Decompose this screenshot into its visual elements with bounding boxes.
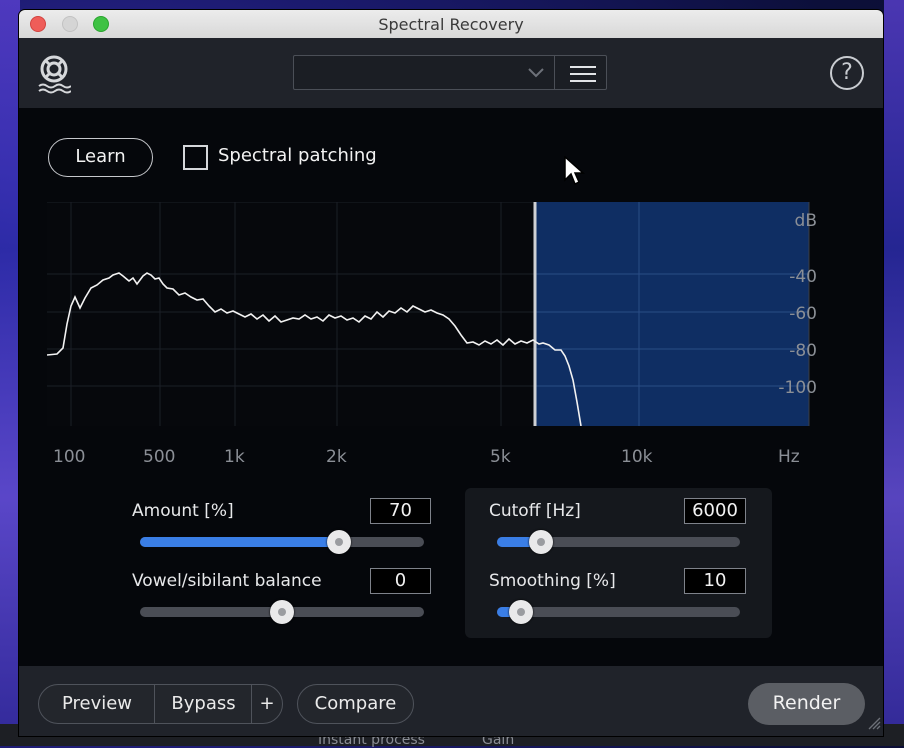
help-icon: ?	[841, 60, 853, 85]
background-stripe	[884, 0, 904, 746]
amount-value-field[interactable]: 70	[370, 498, 431, 524]
y-tick-label: -100	[778, 378, 817, 398]
amount-slider[interactable]	[140, 530, 424, 554]
smoothing-label: Smoothing [%]	[489, 571, 616, 591]
vowel-sibilant-balance-value-field[interactable]: 0	[370, 568, 431, 594]
spectral-recovery-logo-icon	[38, 55, 71, 94]
x-axis-unit-label: Hz	[778, 447, 800, 467]
module-footer: Preview Bypass + Compare Render	[19, 666, 883, 736]
spectral-patching-label: Spectral patching	[218, 145, 377, 166]
vowel-sibilant-balance-slider[interactable]	[140, 600, 424, 624]
help-button[interactable]: ?	[830, 56, 864, 90]
compare-button[interactable]: Compare	[297, 684, 414, 724]
y-tick-label: -60	[789, 304, 817, 324]
cutoff-region-highlight	[535, 202, 809, 426]
learn-button[interactable]: Learn	[48, 138, 153, 177]
smoothing-slider[interactable]	[497, 600, 740, 624]
hamburger-menu-icon[interactable]	[570, 66, 596, 82]
y-axis-unit-label: dB	[795, 211, 817, 231]
add-bypass-button[interactable]: +	[251, 684, 283, 724]
x-tick-label: 5k	[490, 447, 511, 467]
background-stripe	[0, 0, 20, 746]
smoothing-slider-thumb[interactable]	[509, 600, 533, 624]
x-tick-label: 500	[143, 447, 176, 467]
preset-separator	[554, 56, 555, 89]
y-tick-label: -80	[789, 341, 817, 361]
spectrum-display[interactable]: dB -40 -60 -80 -100	[47, 202, 817, 426]
amount-slider-fill	[140, 537, 339, 547]
cutoff-value-field[interactable]: 6000	[684, 498, 746, 524]
resize-grip-icon[interactable]	[867, 716, 881, 730]
render-button[interactable]: Render	[748, 683, 865, 725]
cutoff-slider[interactable]	[497, 530, 740, 554]
spectral-patching-checkbox[interactable]	[183, 145, 208, 170]
amount-label: Amount [%]	[132, 501, 234, 521]
x-tick-label: 10k	[621, 447, 653, 467]
spectrum-graph: dB -40 -60 -80 -100	[47, 202, 817, 426]
window-title: Spectral Recovery	[378, 15, 524, 34]
cutoff-slider-thumb[interactable]	[529, 530, 553, 554]
chevron-down-icon[interactable]	[528, 68, 544, 78]
mouse-cursor-icon	[564, 156, 585, 186]
x-tick-label: 1k	[224, 447, 245, 467]
y-tick-label: -40	[789, 267, 817, 287]
amount-slider-thumb[interactable]	[327, 530, 351, 554]
title-bar[interactable]: Spectral Recovery	[19, 10, 883, 39]
vowel-sibilant-balance-slider-thumb[interactable]	[270, 600, 294, 624]
smoothing-value-field[interactable]: 10	[684, 568, 746, 594]
preset-dropdown[interactable]	[293, 55, 607, 90]
cutoff-label: Cutoff [Hz]	[489, 501, 581, 521]
bypass-button[interactable]: Bypass	[154, 684, 253, 724]
preview-button[interactable]: Preview	[38, 684, 156, 724]
vowel-sibilant-balance-label: Vowel/sibilant balance	[132, 571, 322, 591]
x-tick-label: 100	[53, 447, 86, 467]
x-tick-label: 2k	[326, 447, 347, 467]
spectral-recovery-window: Spectral Recovery ? Learn Spectral patch…	[19, 10, 883, 736]
module-header: ?	[19, 38, 883, 108]
